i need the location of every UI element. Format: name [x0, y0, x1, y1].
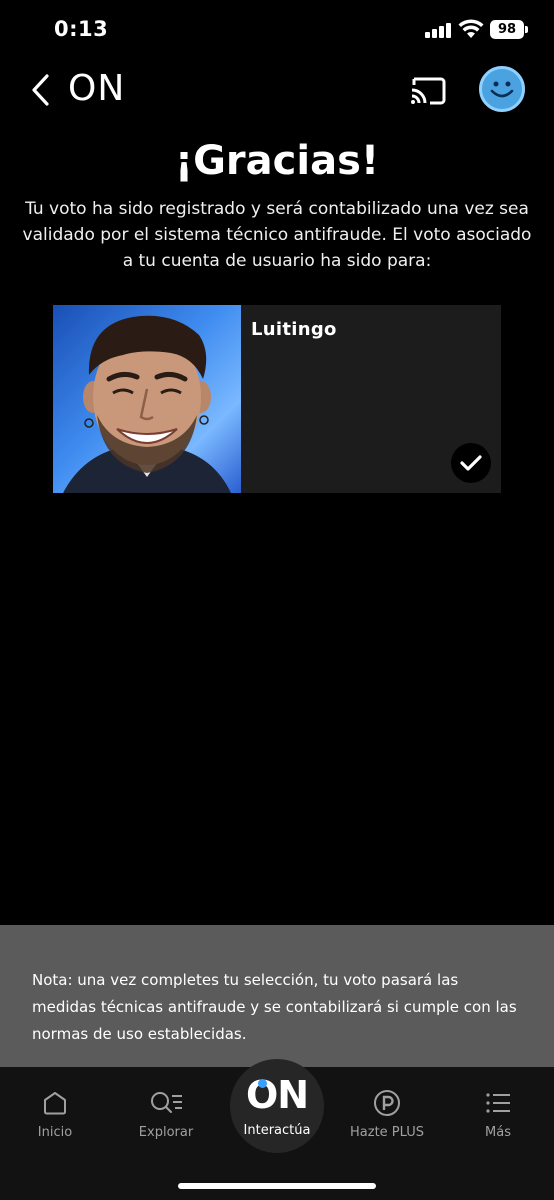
checkmark-icon — [460, 455, 482, 471]
on-logo-dot — [258, 1079, 267, 1088]
nav-label-inicio: Inicio — [37, 1125, 73, 1140]
app-logo: ON — [68, 68, 126, 109]
nav-label-explorar: Explorar — [138, 1125, 194, 1140]
chevron-left-icon — [32, 74, 49, 106]
nav-item-hazte-plus[interactable]: Hazte PLUS — [342, 1089, 432, 1140]
smiley-avatar-icon — [490, 81, 514, 98]
note-text: Nota: una vez completes tu selección, tu… — [32, 971, 517, 1043]
nav-item-inicio[interactable]: Inicio — [10, 1089, 100, 1140]
nav-item-interactua[interactable]: ON Interactúa — [230, 1059, 324, 1153]
selected-badge — [451, 443, 491, 483]
page-title: ¡Gracias! — [174, 138, 380, 184]
home-indicator[interactable] — [178, 1183, 376, 1189]
on-logo-icon: ON — [245, 1073, 309, 1117]
menu-list-icon — [486, 1093, 510, 1113]
search-list-icon — [151, 1092, 182, 1113]
cellular-signal-icon — [425, 22, 453, 38]
back-button[interactable] — [22, 70, 58, 110]
nav-label-mas: Más — [485, 1125, 511, 1140]
confirmation-message: Tu voto ha sido registrado y será contab… — [22, 199, 532, 271]
home-icon — [44, 1092, 66, 1115]
cast-button[interactable] — [408, 72, 448, 108]
note-panel: Nota: una vez completes tu selección, tu… — [0, 925, 554, 1067]
wifi-icon — [458, 19, 484, 38]
battery-indicator: 98 — [490, 20, 528, 39]
candidate-name: Luitingo — [251, 319, 337, 340]
status-bar: 0:13 98 — [0, 0, 554, 62]
top-bar: ON — [0, 62, 554, 118]
bottom-navigation: Inicio Explorar ON Interactúa Hazte PLUS — [0, 1059, 554, 1200]
voted-candidate-card[interactable]: Luitingo — [53, 305, 501, 493]
nav-label-interactua: Interactúa — [243, 1123, 311, 1138]
status-time: 0:13 — [54, 17, 109, 41]
user-avatar[interactable] — [479, 66, 525, 112]
candidate-photo — [53, 305, 241, 493]
cast-icon — [411, 77, 446, 105]
plus-p-icon — [374, 1090, 400, 1116]
nav-item-mas[interactable]: Más — [453, 1089, 543, 1140]
nav-label-hazte-plus: Hazte PLUS — [350, 1125, 424, 1140]
nav-item-explorar[interactable]: Explorar — [121, 1089, 211, 1140]
app-screen: 0:13 98 ON ¡Gracias! Tu voto ha sido reg… — [0, 0, 554, 1200]
